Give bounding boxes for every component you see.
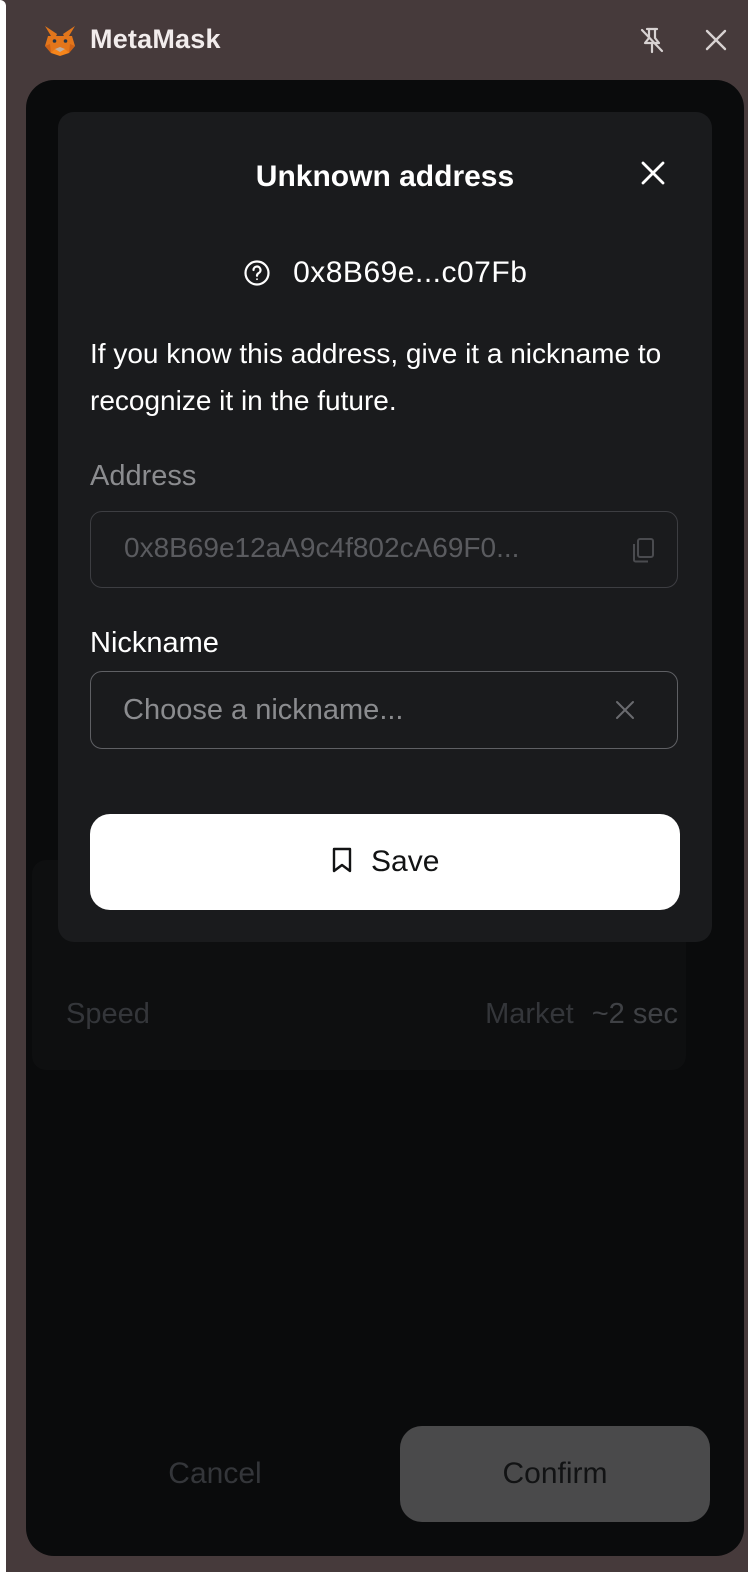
modal-close-icon[interactable]	[636, 156, 670, 190]
address-field: 0x8B69e12aA9c4f802cA69F0...	[90, 511, 678, 588]
window-close-icon[interactable]	[702, 26, 730, 54]
bookmark-icon	[332, 847, 351, 873]
save-button[interactable]: Save	[90, 814, 680, 910]
modal-description: If you know this address, give it a nick…	[90, 338, 662, 416]
question-circle-icon	[244, 260, 270, 286]
save-label: Save	[371, 845, 440, 878]
nickname-label: Nickname	[90, 627, 219, 659]
app-title: MetaMask	[90, 24, 221, 54]
cancel-button[interactable]: Cancel	[80, 1428, 350, 1520]
address-label: Address	[90, 460, 197, 492]
modal-title: Unknown address	[255, 160, 515, 193]
adjacent-window-edge	[0, 0, 6, 1572]
copy-icon[interactable]	[629, 536, 657, 564]
metamask-fox-icon	[45, 26, 75, 56]
nickname-input[interactable]	[121, 686, 595, 734]
speed-label: Speed	[66, 998, 150, 1030]
unpin-icon[interactable]	[636, 24, 668, 56]
short-address: 0x8B69e...c07Fb	[293, 256, 528, 289]
confirm-button[interactable]: Confirm	[400, 1426, 710, 1522]
speed-mode: Market	[485, 998, 574, 1030]
unknown-address-modal: Unknown address 0x8B69e...c07Fb If you k…	[58, 112, 712, 942]
address-value: 0x8B69e12aA9c4f802cA69F0...	[124, 532, 520, 563]
nickname-field[interactable]	[90, 671, 678, 749]
address-summary: 0x8B69e...c07Fb	[58, 256, 712, 296]
speed-value: Market ~2 sec	[485, 998, 678, 1031]
speed-time: ~2 sec	[591, 998, 678, 1030]
window-titlebar: MetaMask	[6, 0, 748, 80]
clear-input-icon[interactable]	[613, 698, 637, 722]
